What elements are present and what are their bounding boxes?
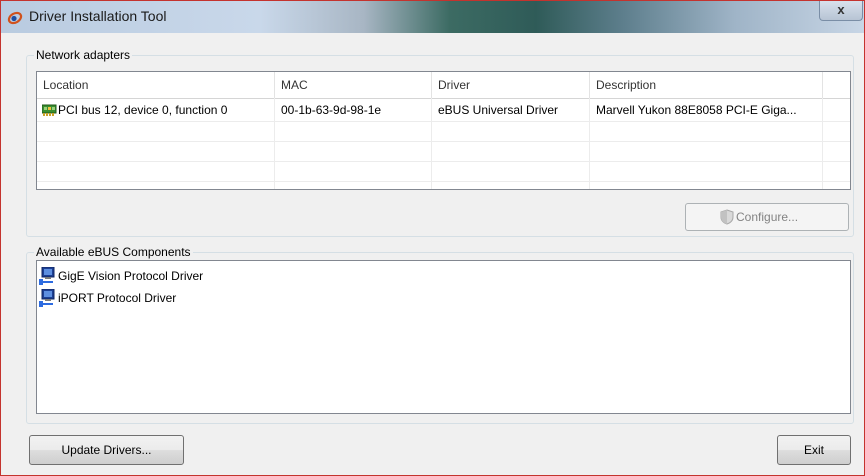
components-label: Available eBUS Components (34, 245, 193, 259)
title-bar[interactable]: Driver Installation Tool x (1, 1, 864, 33)
exit-button[interactable]: Exit (777, 435, 851, 465)
column-header-filler (823, 72, 850, 98)
column-header-location[interactable]: Location (37, 72, 275, 98)
network-adapters-list[interactable]: Location MAC Driver Description PCI bus … (36, 71, 851, 190)
empty-row (37, 121, 850, 142)
cell-description: Marvell Yukon 88E8058 PCI-E Giga... (596, 103, 797, 117)
list-header: Location MAC Driver Description (37, 72, 850, 99)
computer-network-icon (39, 267, 55, 285)
configure-label: Configure... (736, 210, 799, 224)
table-row[interactable]: PCI bus 12, device 0, function 0 00-1b-6… (37, 99, 850, 122)
configure-button[interactable]: Configure... (685, 203, 849, 231)
list-item[interactable]: GigE Vision Protocol Driver (39, 266, 339, 286)
location-text: PCI bus 12, device 0, function 0 (58, 103, 228, 117)
app-logo-icon (7, 11, 23, 25)
client-area: Network adapters Location MAC Driver Des… (9, 33, 857, 469)
column-header-description[interactable]: Description (590, 72, 823, 98)
cell-mac: 00-1b-63-9d-98-1e (281, 103, 382, 117)
components-list[interactable]: GigE Vision Protocol Driver iPORT Protoc… (36, 260, 851, 414)
network-card-icon (42, 104, 57, 116)
update-drivers-button[interactable]: Update Drivers... (29, 435, 184, 465)
component-label: GigE Vision Protocol Driver (58, 269, 204, 283)
computer-network-icon (39, 289, 55, 307)
component-label: iPORT Protocol Driver (58, 291, 177, 305)
network-adapters-label: Network adapters (34, 48, 133, 62)
shield-icon (720, 209, 734, 225)
driver-installation-window: Driver Installation Tool x Network adapt… (0, 0, 865, 476)
cell-location: PCI bus 12, device 0, function 0 (37, 99, 275, 121)
column-header-driver[interactable]: Driver (432, 72, 590, 98)
window-title: Driver Installation Tool (29, 8, 167, 24)
empty-row (37, 141, 850, 162)
cell-driver: eBUS Universal Driver (438, 103, 559, 117)
column-header-mac[interactable]: MAC (275, 72, 432, 98)
close-button[interactable]: x (819, 1, 863, 21)
close-icon: x (837, 2, 845, 17)
empty-row (37, 161, 850, 182)
list-item[interactable]: iPORT Protocol Driver (39, 288, 339, 308)
